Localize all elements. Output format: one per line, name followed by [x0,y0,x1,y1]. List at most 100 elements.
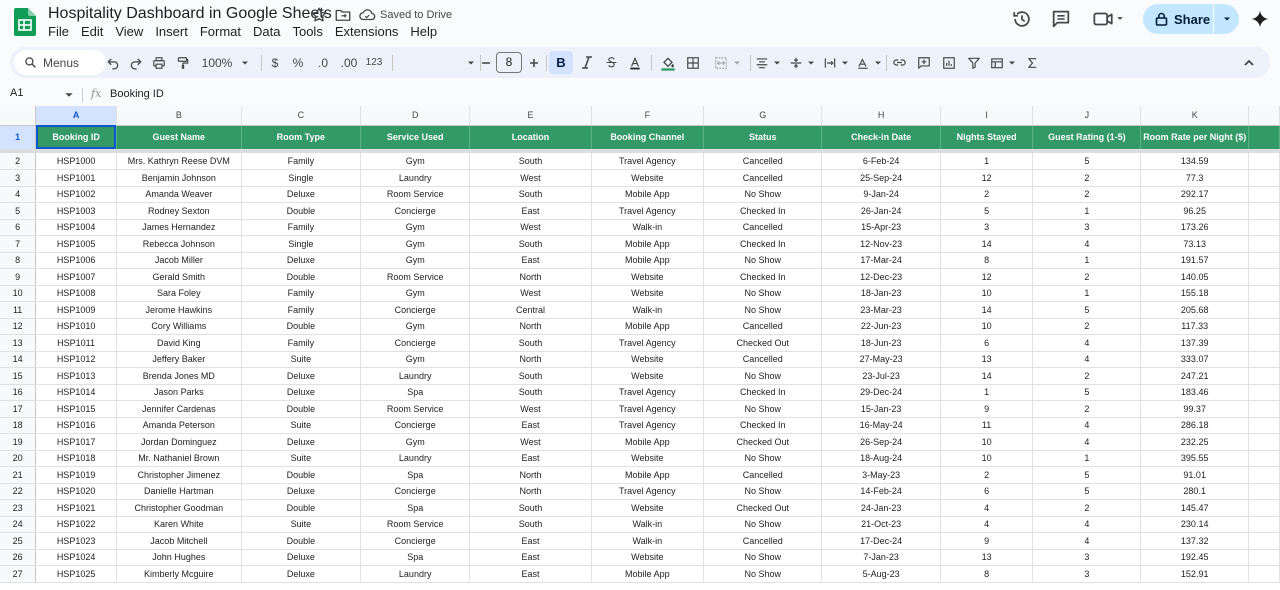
cell-guest-rating[interactable]: 5 [1032,153,1142,170]
cell-guest-rating[interactable]: 2 [1032,318,1142,335]
font-size-decrease-button[interactable] [478,47,494,78]
header-cell-guest-name[interactable]: Guest Name [116,125,242,150]
cell-nights-stayed[interactable]: 2 [940,186,1034,203]
cell-status[interactable]: Cancelled [703,466,823,484]
cell-booking-id[interactable]: HSP1018 [35,450,117,467]
cell-location[interactable]: West [469,169,592,187]
cell-booking-id[interactable]: HSP1023 [35,532,117,550]
cell-room-rate[interactable]: 192.45 [1140,549,1250,566]
cell-status[interactable]: Checked In [703,417,823,434]
cell-location[interactable]: South [469,235,592,253]
cell-guest-rating[interactable]: 4 [1032,433,1142,451]
cell-booking-channel[interactable]: Mobile App [591,318,705,335]
cell-guest-rating[interactable]: 2 [1032,268,1142,286]
cell-room-type[interactable]: Double [241,400,361,418]
cell-room-type[interactable]: Deluxe [241,367,361,385]
row-number[interactable]: 24 [0,516,37,533]
currency-format-button[interactable]: $ [265,47,285,78]
menu-extensions[interactable]: Extensions [329,24,405,42]
row-number[interactable]: 23 [0,499,37,517]
cell-room-type[interactable]: Suite [241,516,361,533]
cell-guest-name[interactable]: Mrs. Kathryn Reese DVM [116,153,242,170]
header-cell-booking-id[interactable]: Booking ID [35,125,117,150]
menu-data[interactable]: Data [247,24,286,42]
cell-nights-stayed[interactable]: 6 [940,334,1034,352]
cell-overflow[interactable] [1248,318,1280,335]
cell-guest-rating[interactable]: 1 [1032,252,1142,269]
row-number[interactable]: 15 [0,367,37,385]
row-number[interactable]: 5 [0,202,37,220]
row-number[interactable]: 25 [0,532,37,550]
cell-nights-stayed[interactable]: 13 [940,549,1034,566]
cell-service-used[interactable]: Gym [360,219,471,236]
cell-location[interactable]: North [469,483,592,500]
cell-status[interactable]: Cancelled [703,532,823,550]
cell-booking-channel[interactable]: Mobile App [591,235,705,253]
header-cell-location[interactable]: Location [469,125,592,150]
cell-room-rate[interactable]: 183.46 [1140,384,1250,401]
cell-booking-id[interactable]: HSP1011 [35,334,117,352]
row-number[interactable]: 3 [0,169,37,187]
cell-booking-channel[interactable]: Website [591,499,705,517]
cell-room-rate[interactable]: 395.55 [1140,450,1250,467]
cell-status[interactable]: No Show [703,450,823,467]
cell-check-in-date[interactable]: 12-Dec-23 [821,268,941,286]
cell-guest-name[interactable]: Rodney Sexton [116,202,242,220]
cell-booking-id[interactable]: HSP1009 [35,301,117,319]
cell-room-type[interactable]: Suite [241,450,361,467]
cell-guest-rating[interactable]: 5 [1032,466,1142,484]
cell-room-type[interactable]: Double [241,202,361,220]
cell-overflow[interactable] [1248,516,1280,533]
cell-guest-rating[interactable]: 2 [1032,186,1142,203]
cell-room-type[interactable]: Double [241,532,361,550]
meet-video-icon[interactable] [1090,8,1128,30]
row-number[interactable]: 12 [0,318,37,335]
cell-location[interactable]: East [469,450,592,467]
cell-check-in-date[interactable]: 15-Jan-23 [821,400,941,418]
cell-location[interactable]: North [469,351,592,368]
cell-service-used[interactable]: Gym [360,351,471,368]
cell-check-in-date[interactable]: 21-Oct-23 [821,516,941,533]
cell-booking-id[interactable]: HSP1016 [35,417,117,434]
cell-booking-id[interactable]: HSP1024 [35,549,117,566]
cell-overflow[interactable] [1248,549,1280,566]
cell-location[interactable]: South [469,186,592,203]
cell-room-type[interactable]: Double [241,268,361,286]
cell-room-rate[interactable]: 145.47 [1140,499,1250,517]
cell-service-used[interactable]: Spa [360,384,471,401]
cell-guest-rating[interactable]: 3 [1032,565,1142,583]
spreadsheet-grid[interactable]: A B C D E F G H I J K 1 Booking ID Guest… [0,106,1280,590]
share-button[interactable]: Share [1143,4,1239,34]
cell-status[interactable]: Cancelled [703,351,823,368]
cell-nights-stayed[interactable]: 4 [940,516,1034,533]
column-header-overflow[interactable] [1248,106,1280,126]
column-header-g[interactable]: G [703,106,823,126]
cell-room-type[interactable]: Single [241,169,361,187]
cell-booking-channel[interactable]: Walk-in [591,301,705,319]
cell-booking-id[interactable]: HSP1019 [35,466,117,484]
cell-check-in-date[interactable]: 23-Jul-23 [821,367,941,385]
cell-guest-name[interactable]: Kimberly Mcguire [116,565,242,583]
cell-overflow[interactable] [1248,235,1280,253]
header-cell-check-in-date[interactable]: Check-in Date [821,125,941,150]
cell-overflow[interactable] [1248,450,1280,467]
cell-check-in-date[interactable]: 29-Dec-24 [821,384,941,401]
cell-booking-id[interactable]: HSP1008 [35,285,117,302]
cell-booking-id[interactable]: HSP1002 [35,186,117,203]
cell-nights-stayed[interactable]: 2 [940,466,1034,484]
cell-nights-stayed[interactable]: 10 [940,450,1034,467]
menu-file[interactable]: File [42,24,75,42]
gemini-sparkle-icon[interactable] [1250,9,1270,29]
cell-check-in-date[interactable]: 6-Feb-24 [821,153,941,170]
cell-overflow[interactable] [1248,351,1280,368]
decrease-decimal-button[interactable]: .0 [312,47,334,78]
cell-overflow[interactable] [1248,219,1280,236]
redo-button[interactable] [125,47,147,78]
cell-nights-stayed[interactable]: 10 [940,433,1034,451]
cell-check-in-date[interactable]: 5-Aug-23 [821,565,941,583]
cell-location[interactable]: West [469,285,592,302]
cell-overflow[interactable] [1248,433,1280,451]
cell-location[interactable]: East [469,202,592,220]
menu-format[interactable]: Format [194,24,247,42]
cell-room-type[interactable]: Double [241,466,361,484]
